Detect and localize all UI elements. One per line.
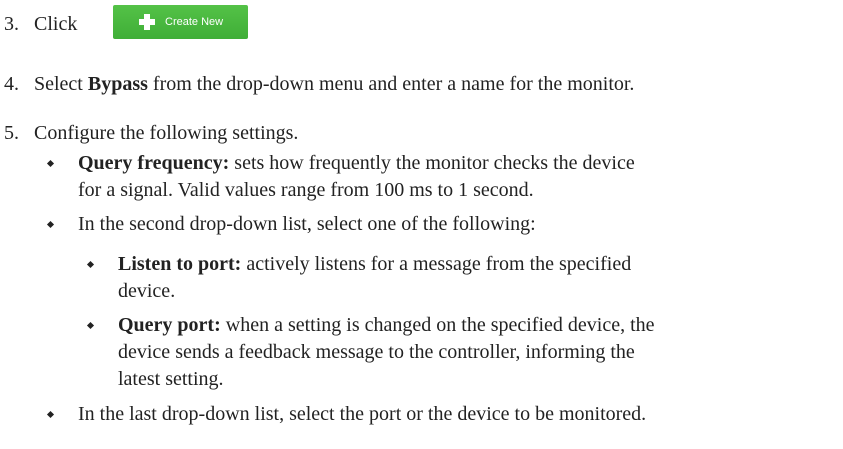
sub-bullet-listen-to-port-cont: device. [118,278,175,305]
bullet-diamond-icon [46,159,55,168]
bullet-second-dropdown: In the second drop-down list, select one… [78,211,536,238]
second-dropdown-text: In the second drop-down list, select one… [78,213,536,235]
bypass-term: Bypass [87,73,148,95]
sub-bullet-listen-to-port: Listen to port: actively listens for a m… [118,251,631,278]
step-4: 4. Select Bypass from the drop-down menu… [4,71,634,98]
query-frequency-text: sets how frequently the monitor checks t… [234,152,635,174]
sub-bullet-query-port-cont-2: latest setting. [118,366,224,393]
query-port-text: when a setting is changed on the specifi… [225,314,655,336]
step-number: 4. [4,73,19,95]
step-3: 3. Click [4,11,77,38]
query-port-term: Query port: [118,314,221,336]
step-number: 5. [4,122,19,144]
sub-bullet-query-port-cont: device sends a feedback message to the c… [118,339,635,366]
sub-bullet-diamond-icon [86,260,95,269]
step-text-rest: from the drop-down menu and enter a name… [152,73,635,95]
listen-to-port-term: Listen to port: [118,253,242,275]
last-dropdown-text: In the last drop-down list, select the p… [78,403,647,425]
query-frequency-term: Query frequency: [78,152,230,174]
listen-to-port-text-2: device. [118,280,176,302]
bullet-diamond-icon [46,410,55,419]
step-5: 5. Configure the following settings. [4,120,298,147]
bullet-query-frequency-cont: for a signal. Valid values range from 10… [78,177,534,204]
plus-icon [139,14,155,30]
query-frequency-text-2: for a signal. Valid values range from 10… [78,179,534,201]
step-text: Configure the following settings. [34,122,299,144]
sub-bullet-query-port: Query port: when a setting is changed on… [118,312,655,339]
step-text: Click [34,13,78,35]
step-number: 3. [4,13,19,35]
step-text: Select [34,73,83,95]
listen-to-port-text: actively listens for a message from the … [246,253,632,275]
query-port-text-3: latest setting. [118,368,224,390]
create-new-label: Create New [165,15,224,28]
bullet-query-frequency: Query frequency: sets how frequently the… [78,150,635,177]
bullet-last-dropdown: In the last drop-down list, select the p… [78,401,646,428]
sub-bullet-diamond-icon [86,321,95,330]
bullet-diamond-icon [46,220,55,229]
query-port-text-2: device sends a feedback message to the c… [118,341,635,363]
create-new-button[interactable]: Create New [113,5,248,39]
